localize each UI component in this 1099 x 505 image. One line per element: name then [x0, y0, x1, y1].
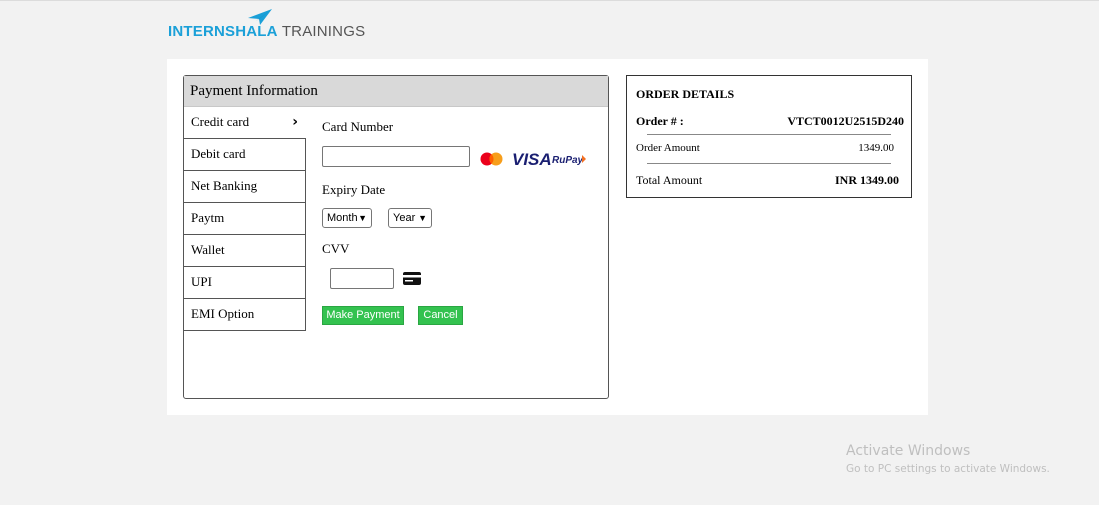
tab-debit-card[interactable]: Debit card: [184, 139, 306, 171]
tab-label: Wallet: [191, 242, 225, 257]
tab-label: Net Banking: [191, 178, 258, 193]
chevron-down-icon: ▼: [418, 213, 427, 223]
tab-label: EMI Option: [191, 306, 255, 321]
watermark-title: Activate Windows: [846, 443, 971, 459]
tab-wallet[interactable]: Wallet: [184, 235, 306, 267]
tab-label: UPI: [191, 274, 212, 289]
chevron-right-icon: ›: [292, 114, 298, 130]
order-details-title: ORDER DETAILS: [636, 87, 735, 101]
tab-net-banking[interactable]: Net Banking: [184, 171, 306, 203]
visa-logo: VISA: [512, 150, 552, 168]
divider: [647, 134, 891, 135]
payment-header: Payment Information: [184, 76, 608, 107]
rupay-logo: RuPay: [552, 155, 584, 166]
top-border: [0, 0, 1099, 1]
month-select[interactable]: Month ▼: [322, 208, 372, 228]
order-details-panel: ORDER DETAILS Order # : VTCT0012U2515D24…: [626, 75, 912, 198]
cvv-input[interactable]: [330, 268, 394, 289]
cancel-button[interactable]: Cancel: [418, 306, 463, 325]
divider: [647, 163, 891, 164]
tab-label: Credit card: [191, 114, 250, 129]
tab-upi[interactable]: UPI: [184, 267, 306, 299]
order-amount-label: Order Amount: [636, 142, 700, 154]
payment-method-tabs: Credit card › Debit card Net Banking Pay…: [184, 107, 306, 331]
order-number-value: VTCT0012U2515D240: [787, 114, 904, 128]
total-amount-value: INR 1349.00: [834, 173, 899, 187]
card-number-input[interactable]: [322, 146, 470, 167]
total-amount-label: Total Amount: [636, 173, 703, 187]
checkout-card: Payment Information Credit card › Debit …: [167, 59, 928, 415]
tab-paytm[interactable]: Paytm: [184, 203, 306, 235]
logo-wordmark: INTERNSHALA TRAININGS: [168, 23, 365, 40]
card-back-icon: [403, 272, 421, 285]
payment-information-panel: Payment Information Credit card › Debit …: [183, 75, 609, 399]
chevron-down-icon: ▼: [358, 213, 367, 223]
year-select-value: Year: [393, 212, 416, 224]
cvv-label: CVV: [322, 241, 350, 256]
tab-label: Paytm: [191, 210, 225, 225]
activate-windows-watermark: Activate Windows Go to PC settings to ac…: [846, 443, 1050, 475]
tab-credit-card[interactable]: Credit card ›: [184, 107, 306, 139]
tab-emi-option[interactable]: EMI Option: [184, 299, 306, 331]
watermark-subtitle: Go to PC settings to activate Windows.: [846, 463, 1050, 475]
rupay-mark-icon: [582, 155, 586, 163]
tab-label: Debit card: [191, 146, 246, 161]
mastercard-icon: [480, 152, 503, 166]
logo-text-trainings: TRAININGS: [281, 23, 366, 40]
logo-text-internshala: INTERNSHALA: [168, 23, 278, 40]
card-brand-logos: VISA RuPay: [480, 150, 586, 168]
expiry-date-label: Expiry Date: [322, 182, 386, 197]
make-payment-button[interactable]: Make Payment: [322, 306, 404, 325]
year-select[interactable]: Year ▼: [388, 208, 432, 228]
card-number-label: Card Number: [322, 119, 394, 134]
order-number-label: Order # :: [636, 114, 684, 128]
month-select-value: Month: [327, 212, 358, 224]
order-amount-value: 1349.00: [858, 142, 894, 154]
internshala-logo[interactable]: INTERNSHALA TRAININGS: [168, 9, 368, 43]
